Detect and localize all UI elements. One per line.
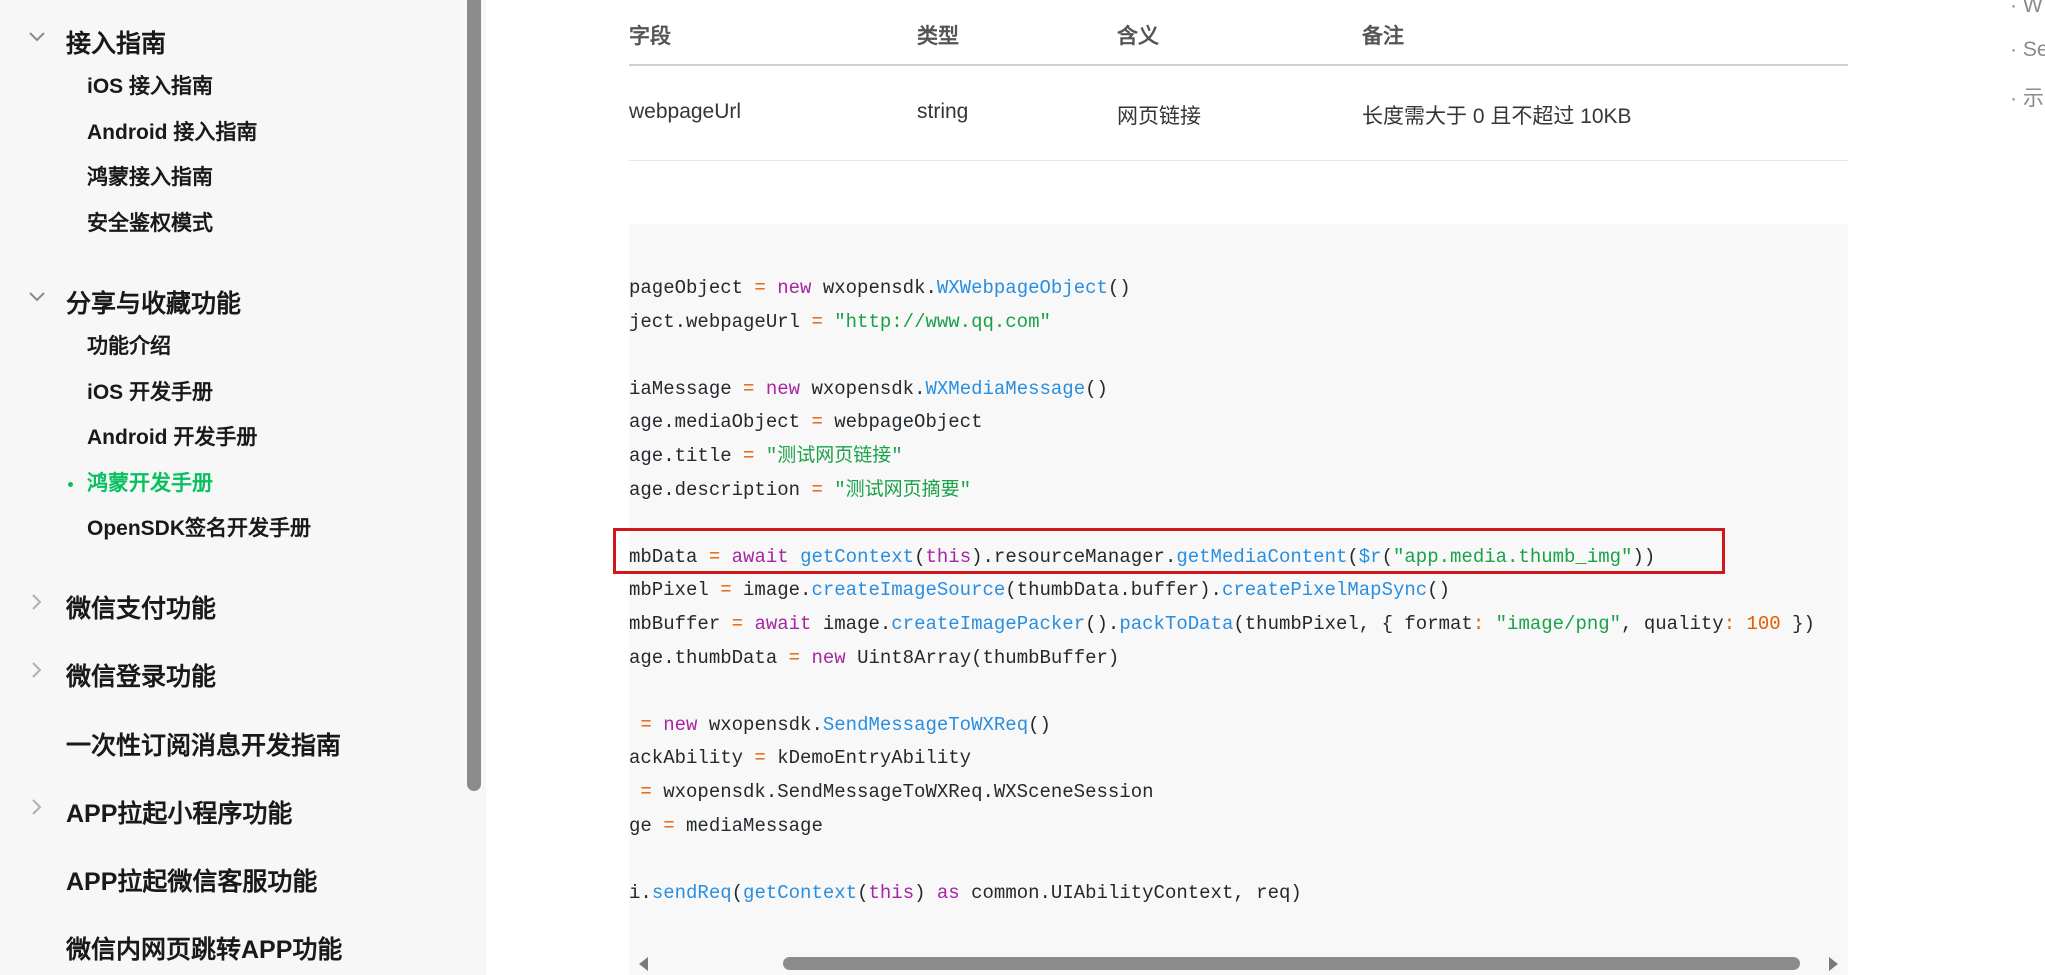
code-line: mbBuffer = await image.createImagePacker… <box>629 612 1815 635</box>
code-line: age.mediaObject = webpageObject <box>629 411 983 434</box>
code-block[interactable]: pageObject = new wxopensdk.WXWebpageObje… <box>629 224 1848 975</box>
nav-item-opensdk-signature-manual[interactable]: OpenSDK签名开发手册 <box>87 512 311 546</box>
main-content: 字段 类型 含义 备注 webpageUrl string 网页链接 长度需大于… <box>486 0 2006 975</box>
nav-item-feature-intro[interactable]: 功能介绍 <box>87 330 171 364</box>
code-line: = wxopensdk.SendMessageToWXReq.WXSceneSe… <box>640 780 1154 803</box>
code-text: pageObject = new wxopensdk.WXWebpageObje… <box>629 272 1815 910</box>
table-header-type: 类型 <box>917 25 959 48</box>
code-line: = new wxopensdk.SendMessageToWXReq() <box>640 713 1051 736</box>
nav-item-label: 鸿蒙开发手册 <box>87 472 213 495</box>
toc: · W · Se · 示 <box>2010 0 2045 975</box>
toc-item[interactable]: · W <box>2010 0 2043 18</box>
chevron-down-icon <box>26 286 48 308</box>
scroll-right-arrow-icon[interactable] <box>1829 957 1838 971</box>
nav-section-label: APP拉起微信客服功能 <box>66 868 318 896</box>
toc-item[interactable]: · Se <box>2010 38 2045 62</box>
nav-section-label: 一次性订阅消息开发指南 <box>66 732 342 760</box>
code-line: ge = mediaMessage <box>629 814 823 837</box>
sidebar-scrollbar[interactable] <box>467 0 481 791</box>
table-cell: 长度需大于 0 且不超过 10KB <box>1362 105 1632 128</box>
nav-item-security-auth-mode[interactable]: 安全鉴权模式 <box>87 207 213 241</box>
table-row-divider <box>629 160 1848 161</box>
nav-section-label: 微信支付功能 <box>66 595 217 623</box>
chevron-right-icon <box>26 659 48 681</box>
code-line: iaMessage = new wxopensdk.WXMediaMessage… <box>629 377 1108 400</box>
nav-section-label: 分享与收藏功能 <box>66 290 242 318</box>
chevron-right-icon <box>26 591 48 613</box>
table-cell: 网页链接 <box>1117 105 1201 128</box>
chevron-right-icon <box>26 796 48 818</box>
nav-section-label: 接入指南 <box>66 30 167 58</box>
nav-section-label: APP拉起小程序功能 <box>66 800 293 828</box>
code-line: ​ <box>629 843 1815 877</box>
code-line: mbPixel = image.createImageSource(thumbD… <box>629 579 1450 602</box>
nav-item-ios-dev-manual[interactable]: iOS 开发手册 <box>87 376 213 410</box>
table-cell: string <box>917 100 969 123</box>
code-line: pageObject = new wxopensdk.WXWebpageObje… <box>629 277 1131 299</box>
scroll-thumb[interactable] <box>783 957 1800 970</box>
nav-item-harmony-access-guide[interactable]: 鸿蒙接入指南 <box>87 161 213 195</box>
code-line: age.thumbData = new Uint8Array(thumbBuff… <box>629 646 1120 669</box>
code-line: age.description = "测试网页摘要" <box>629 478 972 501</box>
active-dot-icon <box>68 482 73 487</box>
code-line: ject.webpageUrl = "http://www.qq.com" <box>629 310 1051 333</box>
nav-section-label: 微信登录功能 <box>66 663 217 691</box>
nav-item-harmony-dev-manual[interactable]: 鸿蒙开发手册 <box>68 467 213 501</box>
highlight-box <box>613 528 1725 574</box>
table-header-divider <box>629 64 1848 66</box>
code-horizontal-scrollbar[interactable] <box>629 955 1848 975</box>
code-line: i.sendReq(getContext(this) as common.UIA… <box>629 881 1302 904</box>
table-cell: webpageUrl <box>629 100 742 123</box>
table-header-field: 字段 <box>629 25 671 48</box>
chevron-down-icon <box>26 26 48 48</box>
table-header-note: 备注 <box>1362 25 1404 48</box>
code-line: ​ <box>629 339 1815 373</box>
nav-item-android-access-guide[interactable]: Android 接入指南 <box>87 116 257 150</box>
code-line: ​ <box>629 675 1815 709</box>
nav-item-ios-access-guide[interactable]: iOS 接入指南 <box>87 70 213 104</box>
table-header-meaning: 含义 <box>1117 25 1159 48</box>
toc-item[interactable]: · 示 <box>2010 82 2044 112</box>
code-line: ackAbility = kDemoEntryAbility <box>629 747 972 770</box>
nav-section-label: 微信内网页跳转APP功能 <box>66 936 343 964</box>
sidebar: 接入指南 iOS 接入指南 Android 接入指南 鸿蒙接入指南 安全鉴权模式… <box>0 0 486 975</box>
nav-item-android-dev-manual[interactable]: Android 开发手册 <box>87 421 257 455</box>
code-line: age.title = "测试网页链接" <box>629 444 903 467</box>
scroll-left-arrow-icon[interactable] <box>639 957 648 971</box>
